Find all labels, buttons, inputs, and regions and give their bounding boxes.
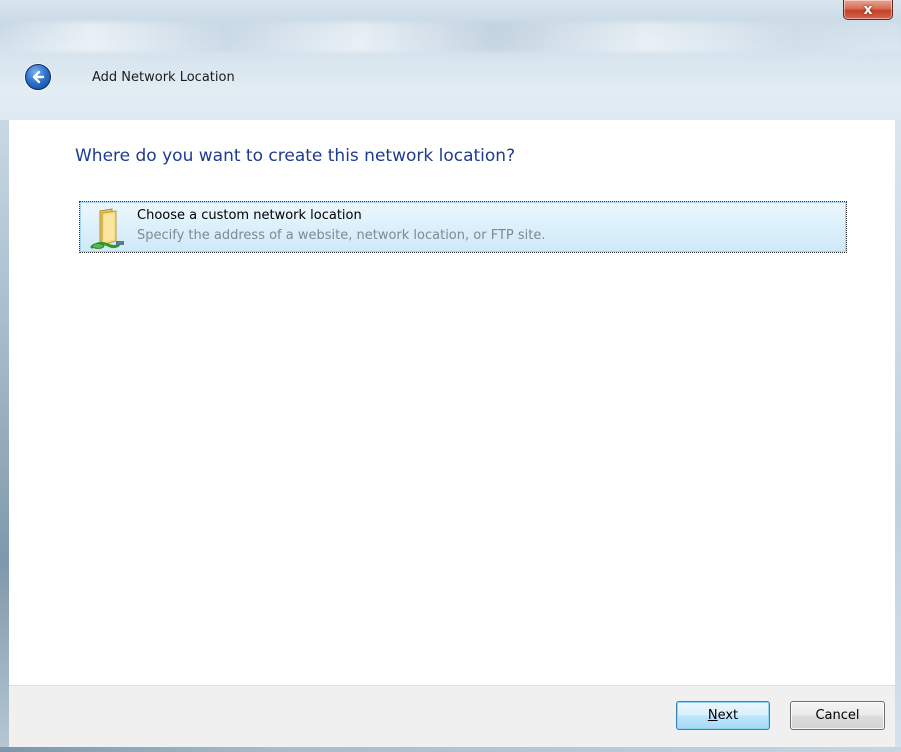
- window-frame-right: [895, 120, 901, 752]
- cancel-button[interactable]: Cancel: [790, 701, 885, 730]
- glass-reflection: [0, 22, 901, 52]
- button-bar: Next Cancel: [9, 685, 895, 752]
- next-label: ext: [717, 708, 739, 723]
- window-title: Add Network Location: [92, 70, 235, 85]
- option-title: Choose a custom network location: [137, 208, 362, 223]
- next-mnemonic: N: [707, 708, 718, 723]
- add-network-location-dialog: x Add Network Location Where do you want…: [0, 0, 901, 752]
- network-folder-icon: [90, 208, 124, 249]
- window-frame-bottom: [0, 747, 901, 752]
- next-button[interactable]: Next: [676, 701, 770, 730]
- option-custom-network-location[interactable]: Choose a custom network location Specify…: [79, 201, 847, 253]
- close-icon: x: [863, 1, 873, 18]
- wizard-content: Where do you want to create this network…: [9, 120, 895, 685]
- close-button[interactable]: x: [843, 0, 893, 20]
- page-heading: Where do you want to create this network…: [75, 146, 516, 166]
- back-button[interactable]: [25, 64, 51, 90]
- option-description: Specify the address of a website, networ…: [137, 228, 546, 243]
- window-frame-left: [0, 120, 9, 752]
- title-bar[interactable]: x Add Network Location: [0, 0, 901, 120]
- back-arrow-icon: [32, 70, 45, 84]
